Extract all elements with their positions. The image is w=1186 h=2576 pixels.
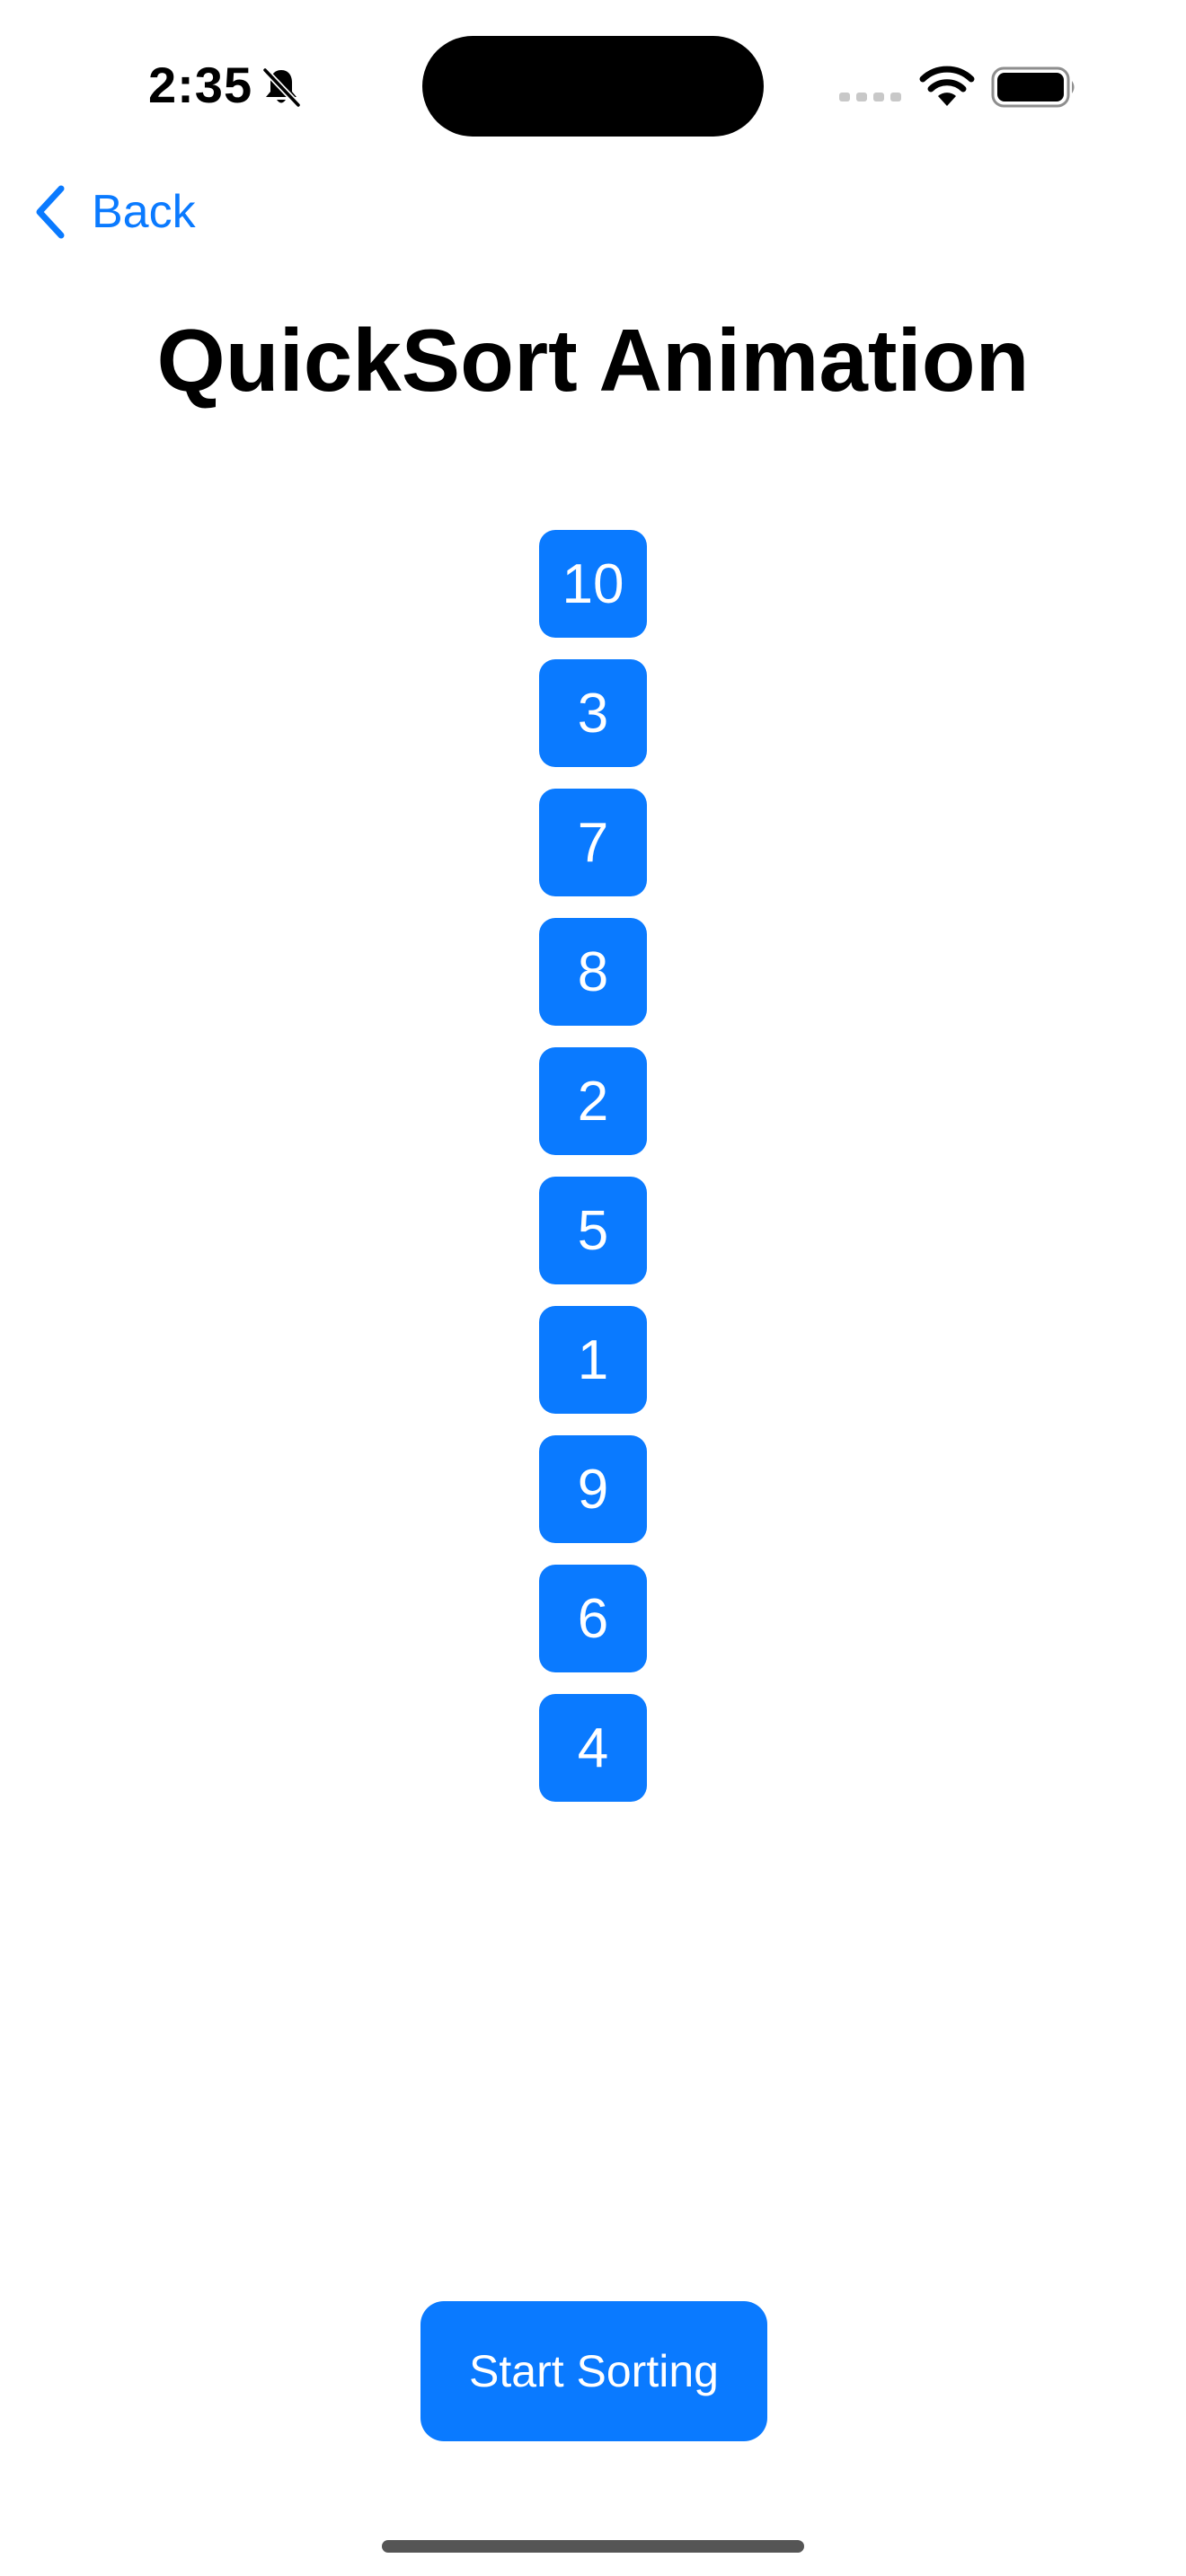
number-box: 7 (539, 789, 647, 896)
number-box: 9 (539, 1435, 647, 1543)
home-indicator[interactable] (382, 2540, 804, 2553)
status-time: 2:35 (148, 57, 253, 113)
wifi-icon (919, 66, 975, 106)
number-box: 10 (539, 530, 647, 638)
back-button[interactable]: Back (32, 176, 196, 248)
chevron-left-icon (36, 185, 65, 239)
number-box: 4 (539, 1694, 647, 1802)
bell-slash-icon (261, 66, 302, 109)
battery-icon (991, 66, 1075, 108)
status-bar: 2:35 (0, 0, 1186, 171)
number-box: 6 (539, 1565, 647, 1672)
page-title: QuickSort Animation (156, 311, 1030, 410)
start-sorting-button[interactable]: Start Sorting (420, 2301, 767, 2441)
back-label: Back (92, 186, 196, 238)
number-box: 8 (539, 918, 647, 1026)
number-box: 5 (539, 1177, 647, 1284)
number-box: 3 (539, 659, 647, 767)
dynamic-island (422, 36, 764, 137)
number-box: 2 (539, 1047, 647, 1155)
number-list: 10 3 7 8 2 5 1 9 6 4 (539, 530, 647, 1802)
cellular-signal-icon (839, 93, 901, 101)
number-box: 1 (539, 1306, 647, 1414)
